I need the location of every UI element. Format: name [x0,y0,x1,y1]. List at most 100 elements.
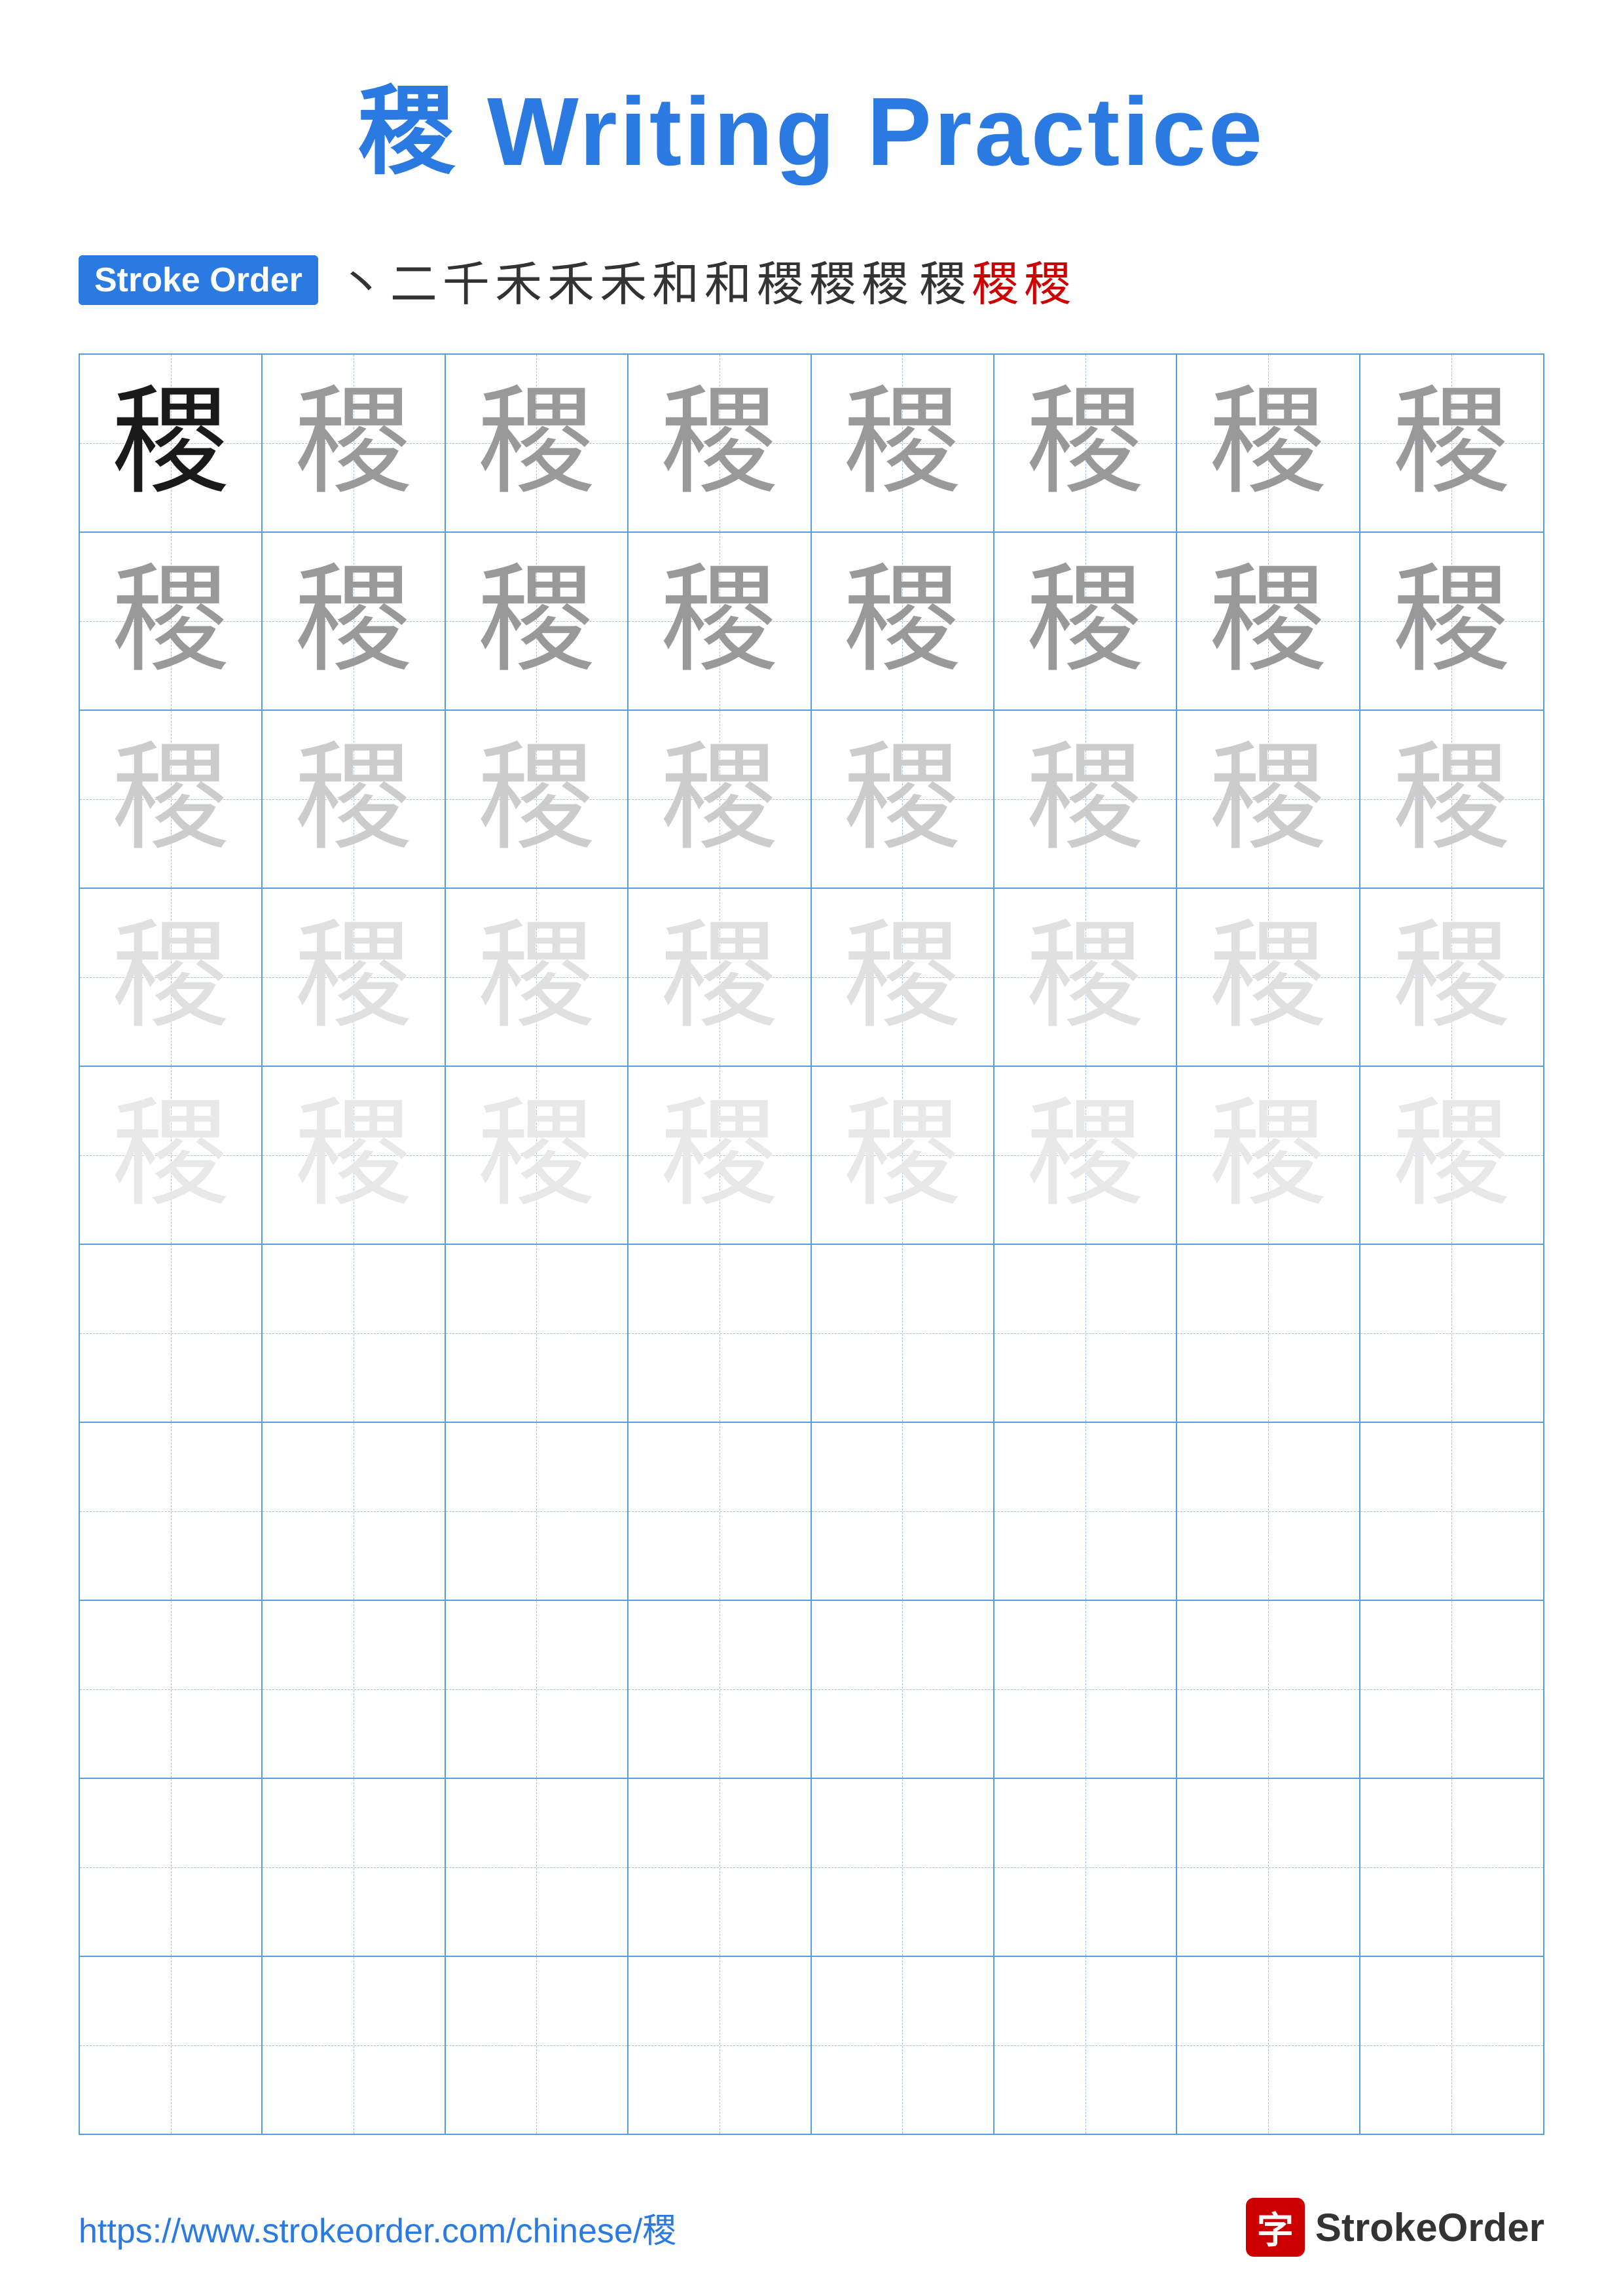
grid-cell-empty[interactable] [80,1245,263,1422]
stroke-chars: 丶 二 千 禾 禾 禾 和 和 稷 稷 稷 稷 稷 稷 [338,245,1071,314]
grid-cell-empty[interactable] [629,1601,811,1778]
stroke-8: 和 [704,245,752,314]
grid-cell[interactable]: 稷 [994,889,1177,1066]
grid-cell[interactable]: 稷 [629,889,811,1066]
grid-cell[interactable]: 稷 [263,355,445,531]
grid-cell[interactable]: 稷 [1360,711,1543,888]
practice-char: 稷 [1209,1096,1327,1214]
practice-char: 稷 [1393,562,1510,680]
grid-row-2: 稷 稷 稷 稷 稷 稷 稷 稷 [80,533,1543,711]
grid-cell-empty[interactable] [263,1779,445,1956]
practice-char: 稷 [477,740,595,858]
grid-cell-empty[interactable] [812,1601,994,1778]
footer-url[interactable]: https://www.strokeorder.com/chinese/稷 [79,2203,676,2252]
practice-char: 稷 [1393,918,1510,1036]
grid-cell-empty[interactable] [446,1245,629,1422]
practice-char: 稷 [1209,562,1327,680]
practice-char: 稷 [1027,562,1144,680]
grid-cell[interactable]: 稷 [80,533,263,709]
grid-cell[interactable]: 稷 [80,711,263,888]
grid-cell[interactable]: 稷 [812,889,994,1066]
grid-cell[interactable]: 稷 [80,1067,263,1244]
grid-cell-empty[interactable] [812,1957,994,2134]
grid-cell-empty[interactable] [1177,1601,1360,1778]
grid-cell[interactable]: 稷 [1360,1067,1543,1244]
grid-cell-empty[interactable] [1360,1601,1543,1778]
grid-cell[interactable]: 稷 [629,1067,811,1244]
grid-row-8 [80,1601,1543,1779]
grid-cell[interactable]: 稷 [1360,889,1543,1066]
grid-cell[interactable]: 稷 [263,889,445,1066]
footer-logo: 字 [1246,2198,1305,2257]
grid-cell[interactable]: 稷 [1177,355,1360,531]
practice-char: 稷 [112,1096,230,1214]
grid-cell-empty[interactable] [629,1779,811,1956]
grid-cell-empty[interactable] [263,1245,445,1422]
grid-cell-empty[interactable] [1177,1779,1360,1956]
grid-cell-empty[interactable] [263,1957,445,2134]
grid-cell[interactable]: 稷 [446,355,629,531]
grid-cell-empty[interactable] [80,1779,263,1956]
grid-cell-empty[interactable] [1360,1957,1543,2134]
grid-cell[interactable]: 稷 [446,889,629,1066]
grid-cell-empty[interactable] [1360,1423,1543,1600]
grid-cell[interactable]: 稷 [994,711,1177,888]
grid-cell-empty[interactable] [446,1779,629,1956]
grid-cell-empty[interactable] [812,1423,994,1600]
grid-cell-empty[interactable] [446,1423,629,1600]
grid-row-10 [80,1957,1543,2134]
grid-cell-empty[interactable] [263,1423,445,1600]
grid-cell[interactable]: 稷 [1177,1067,1360,1244]
grid-cell[interactable]: 稷 [1360,355,1543,531]
grid-cell-empty[interactable] [812,1779,994,1956]
grid-cell-empty[interactable] [994,1601,1177,1778]
grid-cell[interactable]: 稷 [446,711,629,888]
grid-cell-empty[interactable] [994,1245,1177,1422]
grid-cell[interactable]: 稷 [1177,711,1360,888]
grid-cell-empty[interactable] [446,1957,629,2134]
grid-row-5: 稷 稷 稷 稷 稷 稷 稷 稷 [80,1067,1543,1245]
grid-cell[interactable]: 稷 [1360,533,1543,709]
grid-cell-empty[interactable] [446,1601,629,1778]
grid-cell[interactable]: 稷 [80,889,263,1066]
grid-cell[interactable]: 稷 [994,1067,1177,1244]
grid-cell-empty[interactable] [80,1601,263,1778]
grid-cell-empty[interactable] [80,1957,263,2134]
grid-cell[interactable]: 稷 [263,533,445,709]
stroke-14: 稷 [1024,245,1071,314]
grid-cell[interactable]: 稷 [263,711,445,888]
grid-cell[interactable]: 稷 [812,355,994,531]
grid-cell-empty[interactable] [629,1957,811,2134]
practice-char: 稷 [477,562,595,680]
grid-cell[interactable]: 稷 [629,711,811,888]
grid-cell[interactable]: 稷 [1177,533,1360,709]
grid-cell-empty[interactable] [629,1245,811,1422]
grid-cell-empty[interactable] [994,1957,1177,2134]
grid-cell[interactable]: 稷 [812,711,994,888]
grid-cell-empty[interactable] [1360,1779,1543,1956]
grid-cell[interactable]: 稷 [1177,889,1360,1066]
grid-cell[interactable]: 稷 [80,355,263,531]
practice-char: 稷 [1027,918,1144,1036]
grid-cell[interactable]: 稷 [446,533,629,709]
stroke-order-section: Stroke Order 丶 二 千 禾 禾 禾 和 和 稷 稷 稷 稷 稷 稷 [79,245,1544,314]
grid-cell-empty[interactable] [812,1245,994,1422]
grid-cell[interactable]: 稷 [629,533,811,709]
grid-cell-empty[interactable] [994,1779,1177,1956]
grid-cell-empty[interactable] [1177,1423,1360,1600]
grid-cell-empty[interactable] [1360,1245,1543,1422]
grid-cell[interactable]: 稷 [994,533,1177,709]
grid-cell-empty[interactable] [1177,1957,1360,2134]
grid-cell[interactable]: 稷 [812,1067,994,1244]
grid-cell[interactable]: 稷 [446,1067,629,1244]
grid-row-9 [80,1779,1543,1957]
grid-cell-empty[interactable] [80,1423,263,1600]
grid-cell-empty[interactable] [629,1423,811,1600]
grid-cell[interactable]: 稷 [812,533,994,709]
grid-cell[interactable]: 稷 [263,1067,445,1244]
grid-cell[interactable]: 稷 [994,355,1177,531]
grid-cell-empty[interactable] [263,1601,445,1778]
grid-cell[interactable]: 稷 [629,355,811,531]
grid-cell-empty[interactable] [994,1423,1177,1600]
grid-cell-empty[interactable] [1177,1245,1360,1422]
